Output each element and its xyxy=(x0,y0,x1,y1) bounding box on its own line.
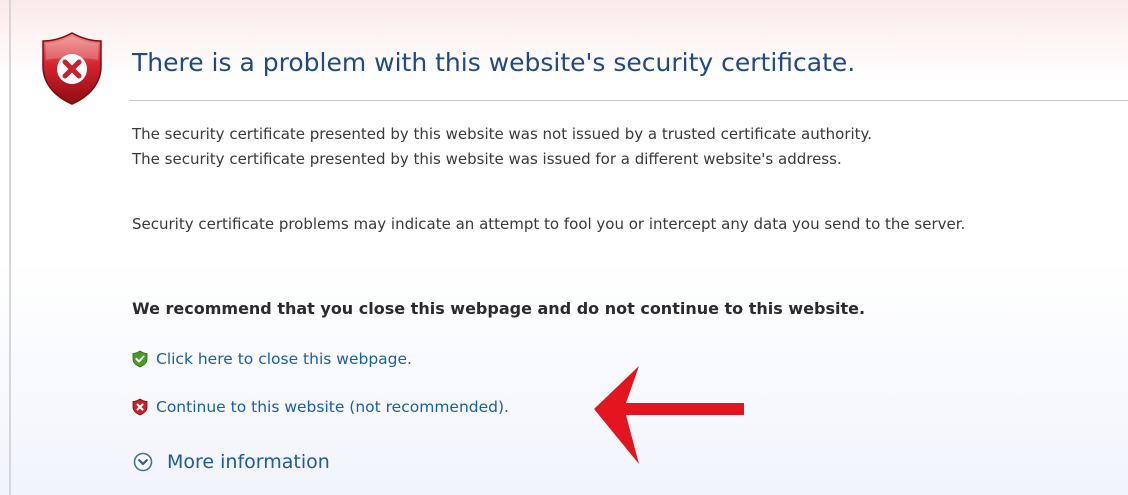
green-shield-check-icon xyxy=(132,350,148,368)
red-shield-x-icon xyxy=(132,398,148,416)
continue-website-link[interactable]: Continue to this website (not recommende… xyxy=(132,398,509,416)
certificate-details: The security certificate presented by th… xyxy=(132,122,1092,172)
detail-line-untrusted: The security certificate presented by th… xyxy=(132,125,873,143)
more-information-toggle[interactable]: More information xyxy=(133,451,330,473)
close-webpage-link[interactable]: Click here to close this webpage. xyxy=(132,350,412,368)
page-title: There is a problem with this website's s… xyxy=(132,48,856,77)
page-left-border xyxy=(9,0,11,495)
detail-line-mismatch: The security certificate presented by th… xyxy=(132,150,842,168)
title-divider xyxy=(129,100,1128,101)
warning-text: Security certificate problems may indica… xyxy=(132,215,966,233)
chevron-down-circle-icon xyxy=(133,452,153,472)
continue-website-label: Continue to this website (not recommende… xyxy=(156,398,509,416)
close-webpage-label: Click here to close this webpage. xyxy=(156,350,412,368)
red-arrow-icon xyxy=(594,366,744,464)
more-information-label: More information xyxy=(167,451,330,473)
error-shield-icon xyxy=(42,32,102,105)
recommendation-text: We recommend that you close this webpage… xyxy=(132,299,866,318)
